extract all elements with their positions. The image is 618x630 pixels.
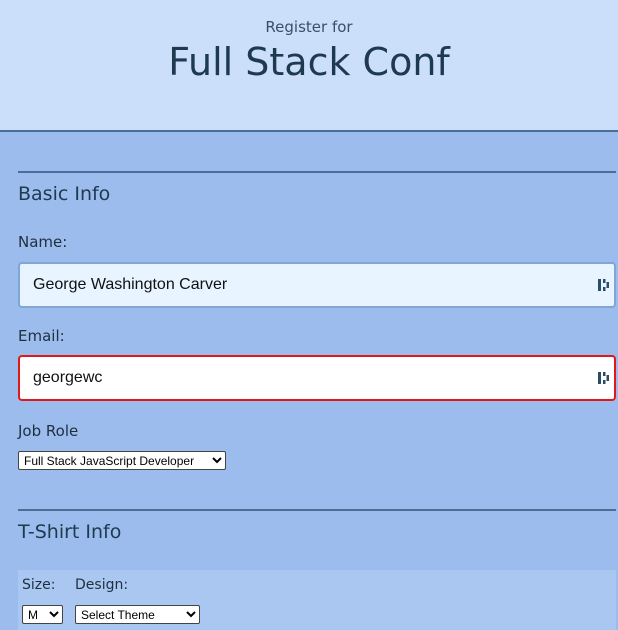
design-select[interactable]: Select Theme [75,605,200,624]
design-label: Design: [75,577,129,593]
password-manager-icon[interactable] [598,370,610,386]
section-divider [18,171,616,173]
section-divider [18,509,616,511]
email-input[interactable] [18,355,616,401]
job-role-label: Job Role [18,422,79,440]
header-kicker: Register for [265,18,353,36]
basic-info-heading: Basic Info [18,183,111,205]
email-field-wrap [18,355,616,401]
name-input[interactable] [18,262,616,308]
email-label: Email: [18,327,65,345]
name-label: Name: [18,233,68,251]
page-title: Full Stack Conf [168,40,450,84]
name-field-wrap [18,262,616,308]
tshirt-info-heading: T-Shirt Info [18,521,122,543]
size-label: Size: [22,577,56,593]
size-select[interactable]: M [22,605,63,624]
job-role-select[interactable]: Full Stack JavaScript Developer [18,451,226,470]
tshirt-panel: Size: Design: M Select Theme [18,570,616,630]
password-manager-icon[interactable] [598,277,610,293]
page-header: Register for Full Stack Conf [0,0,618,132]
